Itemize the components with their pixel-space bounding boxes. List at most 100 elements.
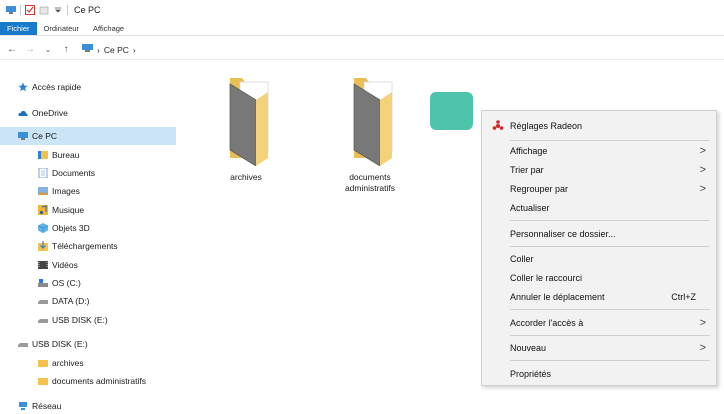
tab-fichier[interactable]: Fichier bbox=[0, 22, 37, 35]
sidebar-item-data-d[interactable]: DATA (D:) bbox=[38, 292, 89, 310]
drive-icon bbox=[38, 278, 48, 288]
ribbon-tabs: Fichier Ordinateur Affichage bbox=[0, 22, 724, 36]
folder-documents-administratifs[interactable]: documents administratifs bbox=[320, 70, 420, 194]
chevron-right-icon: > bbox=[699, 164, 706, 176]
sidebar-item-onedrive[interactable]: OneDrive bbox=[18, 104, 68, 122]
folder-archives[interactable]: archives bbox=[196, 70, 296, 183]
menu-item-accorder-acces[interactable]: Accorder l'accès à > bbox=[482, 314, 716, 332]
sidebar-item-label: Objets 3D bbox=[52, 223, 90, 233]
documents-icon bbox=[38, 167, 48, 179]
menu-separator bbox=[510, 335, 710, 336]
navigation-bar: ← → ⌄ ↑ › Ce PC › bbox=[0, 40, 724, 60]
sidebar-item-label: Ce PC bbox=[32, 131, 58, 141]
breadcrumb-separator: › bbox=[97, 44, 100, 55]
sidebar-item-bureau[interactable]: Bureau bbox=[38, 146, 79, 164]
images-icon bbox=[38, 186, 48, 196]
menu-item-actualiser[interactable]: Actualiser bbox=[482, 199, 716, 217]
desktop-icon bbox=[38, 150, 48, 160]
sidebar-item-reseau[interactable]: Réseau bbox=[18, 397, 61, 414]
new-folder-icon[interactable] bbox=[39, 5, 49, 15]
sidebar-item-label: Vidéos bbox=[52, 260, 78, 270]
sidebar-item-videos[interactable]: Vidéos bbox=[38, 256, 78, 274]
folder-label: documents administratifs bbox=[344, 172, 396, 193]
chevron-right-icon: > bbox=[699, 342, 706, 354]
sidebar-item-label: Téléchargements bbox=[52, 241, 118, 251]
sidebar-item-archives[interactable]: archives bbox=[38, 354, 84, 372]
menu-item-affichage[interactable]: Affichage > bbox=[482, 142, 716, 160]
sidebar-item-label: Accès rapide bbox=[32, 82, 82, 92]
menu-separator bbox=[510, 140, 710, 141]
menu-separator bbox=[510, 220, 710, 221]
menu-item-annuler-deplacement[interactable]: Annuler le déplacement Ctrl+Z bbox=[482, 288, 716, 306]
usb-drive-icon bbox=[38, 315, 48, 325]
sidebar-item-images[interactable]: Images bbox=[38, 182, 80, 200]
back-arrow-icon[interactable]: ← bbox=[6, 44, 18, 55]
separator bbox=[67, 5, 68, 15]
breadcrumb-separator: › bbox=[132, 44, 136, 55]
folder-icon bbox=[38, 358, 48, 368]
radeon-icon bbox=[492, 120, 504, 132]
sidebar-item-label: Documents bbox=[52, 168, 95, 178]
desktop-overlay-square bbox=[430, 92, 473, 130]
computer-icon bbox=[18, 131, 28, 141]
usb-drive-icon bbox=[18, 339, 28, 349]
downloads-icon bbox=[38, 241, 48, 251]
sidebar-item-label: Réseau bbox=[32, 401, 62, 411]
cloud-icon bbox=[18, 108, 28, 118]
computer-icon bbox=[82, 44, 93, 55]
properties-check-icon[interactable] bbox=[25, 5, 35, 15]
menu-item-trier-par[interactable]: Trier par > bbox=[482, 161, 716, 179]
chevron-right-icon: > bbox=[699, 317, 706, 329]
objects3d-icon bbox=[37, 223, 49, 233]
network-icon bbox=[18, 401, 28, 411]
sidebar-item-label: Musique bbox=[52, 205, 85, 215]
context-menu: Réglages Radeon Affichage > Trier par > … bbox=[481, 110, 717, 386]
shortcut-label: Ctrl+Z bbox=[671, 292, 696, 302]
sidebar-item-label: documents administratifs bbox=[52, 376, 147, 386]
menu-item-reglages-radeon[interactable]: Réglages Radeon bbox=[482, 117, 716, 135]
sidebar-item-ce-pc[interactable]: Ce PC bbox=[0, 127, 176, 145]
sidebar-item-os-c[interactable]: OS (C:) bbox=[38, 274, 81, 292]
up-arrow-icon[interactable]: ↑ bbox=[60, 44, 72, 55]
folder-icon bbox=[216, 70, 276, 166]
recent-locations-chevron-icon[interactable]: ⌄ bbox=[42, 45, 54, 54]
sidebar-item-telechargements[interactable]: Téléchargements bbox=[38, 237, 118, 255]
forward-arrow-icon[interactable]: → bbox=[24, 44, 36, 55]
sidebar-item-acces-rapide[interactable]: Accès rapide bbox=[18, 78, 81, 96]
quick-access-dropdown-icon[interactable] bbox=[53, 5, 63, 15]
navigation-pane: Accès rapide OneDrive Ce PC Bureau Docum… bbox=[0, 60, 180, 414]
sidebar-item-label: DATA (D:) bbox=[52, 296, 90, 306]
sidebar-item-usb-disk-e-root[interactable]: USB DISK (E:) bbox=[18, 335, 88, 353]
menu-separator bbox=[510, 360, 710, 361]
menu-item-personnaliser-dossier[interactable]: Personnaliser ce dossier... bbox=[482, 225, 716, 243]
sidebar-item-label: Images bbox=[52, 186, 80, 196]
sidebar-item-label: USB DISK (E:) bbox=[32, 339, 88, 349]
sidebar-item-documents-administratifs[interactable]: documents administratifs bbox=[38, 372, 146, 390]
sidebar-item-label: OneDrive bbox=[32, 108, 68, 118]
sidebar-item-documents[interactable]: Documents bbox=[38, 164, 95, 182]
menu-item-coller-raccourci[interactable]: Coller le raccourci bbox=[482, 269, 716, 287]
breadcrumb[interactable]: › Ce PC › bbox=[82, 44, 136, 55]
menu-separator bbox=[510, 246, 710, 247]
chevron-right-icon: > bbox=[699, 183, 706, 195]
sidebar-item-label: OS (C:) bbox=[52, 278, 81, 288]
sidebar-item-label: archives bbox=[52, 358, 84, 368]
breadcrumb-item-ce-pc[interactable]: Ce PC bbox=[104, 45, 129, 55]
chevron-right-icon: > bbox=[699, 145, 706, 157]
drive-icon bbox=[38, 296, 48, 306]
menu-item-proprietes[interactable]: Propriétés bbox=[482, 365, 716, 383]
sidebar-item-label: Bureau bbox=[52, 150, 80, 160]
menu-item-regrouper-par[interactable]: Regrouper par > bbox=[482, 180, 716, 198]
folder-icon bbox=[38, 376, 48, 386]
sidebar-item-usb-disk-e[interactable]: USB DISK (E:) bbox=[38, 311, 108, 329]
menu-item-coller[interactable]: Coller bbox=[482, 250, 716, 268]
sidebar-item-musique[interactable]: Musique bbox=[38, 201, 84, 219]
tab-affichage[interactable]: Affichage bbox=[86, 22, 131, 35]
sidebar-item-objets-3d[interactable]: Objets 3D bbox=[37, 219, 90, 237]
menu-item-nouveau[interactable]: Nouveau > bbox=[482, 339, 716, 357]
menu-separator bbox=[510, 309, 710, 310]
folder-label: archives bbox=[230, 172, 262, 182]
videos-icon bbox=[38, 260, 48, 270]
tab-ordinateur[interactable]: Ordinateur bbox=[37, 22, 86, 35]
folder-icon bbox=[340, 70, 400, 166]
